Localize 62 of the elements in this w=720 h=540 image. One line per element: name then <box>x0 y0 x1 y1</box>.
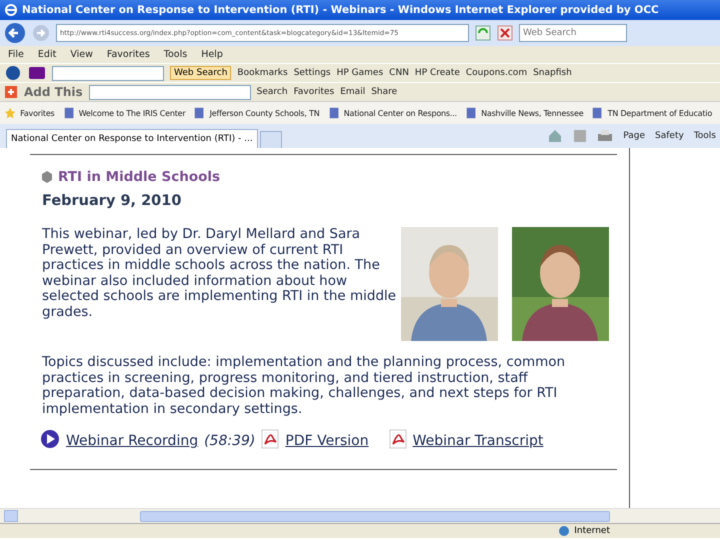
toolbar-button[interactable]: Snapfish <box>533 68 572 78</box>
toolbar-button[interactable]: Share <box>371 87 398 97</box>
summary-paragraph: This webinar, led by Dr. Daryl Mellard and Sara Prewett, provided an overview of current RTI practices in middle schools across the nation. The webinar also included information about how selected schools are implementing RTI in the middle grades. <box>42 227 397 322</box>
play-icon[interactable] <box>40 429 60 449</box>
page-icon <box>193 106 206 120</box>
addthis-icon[interactable] <box>4 85 18 99</box>
page-icon <box>62 106 75 120</box>
web-search-button[interactable]: Web Search <box>170 66 232 80</box>
favorite-link[interactable]: Nashville News, Tennessee <box>481 108 584 118</box>
refresh-icon[interactable] <box>475 25 491 41</box>
toolbar-button[interactable]: Bookmarks <box>237 68 288 78</box>
toolbar-button[interactable]: Favorites <box>294 87 334 97</box>
new-tab-button[interactable] <box>260 131 282 148</box>
command-button[interactable]: Tools <box>694 131 716 141</box>
favorites-button[interactable]: Favorites <box>20 108 55 118</box>
scrollbar-thumb[interactable] <box>140 510 610 522</box>
command-button[interactable]: Safety <box>655 131 684 141</box>
menu-item[interactable]: Edit <box>38 49 56 60</box>
menu-item[interactable]: Favorites <box>106 49 150 60</box>
toolbar-button[interactable]: Search <box>256 87 288 97</box>
print-icon[interactable] <box>597 129 614 143</box>
article-heading: RTI in Middle Schools <box>58 169 220 185</box>
menu-item[interactable]: File <box>8 49 24 60</box>
forward-icon[interactable] <box>32 24 50 42</box>
toolbar-search-field[interactable] <box>52 66 164 80</box>
favorite-link[interactable]: Jefferson County Schools, TN <box>210 108 320 118</box>
pdf-icon[interactable] <box>261 429 280 449</box>
home-icon[interactable] <box>547 128 564 144</box>
page-icon <box>328 106 340 120</box>
download-link[interactable]: Webinar Recording <box>66 433 198 449</box>
toolbar-button[interactable]: Coupons.com <box>466 68 528 78</box>
menu-item[interactable]: Tools <box>164 49 188 60</box>
search-field[interactable]: Web Search <box>519 24 627 42</box>
download-link[interactable]: Webinar Transcript <box>412 433 544 449</box>
toolbar-button[interactable]: Settings <box>294 68 331 78</box>
toolbar-button[interactable]: CNN <box>389 68 409 78</box>
star-icon <box>4 106 16 120</box>
toolbar-search-field[interactable] <box>88 84 251 100</box>
topics-paragraph: Topics discussed include: implementation and the planning process, common practices in screening, progress monitoring, and tiered instruction, staff preparation, data-based decision making, challenges, and next steps for RTI implementation in secondary settings. <box>42 355 566 417</box>
menu-item[interactable]: Help <box>201 49 223 60</box>
page-icon <box>591 106 604 120</box>
command-button[interactable]: Page <box>623 131 646 141</box>
back-icon[interactable] <box>4 22 26 44</box>
favorite-link[interactable]: Welcome to The IRIS Center <box>78 108 186 118</box>
zone-text: Internet <box>574 526 610 536</box>
toolbar-button[interactable]: Email <box>340 87 366 97</box>
duration-text: (58:39) <box>204 433 256 449</box>
menu-item[interactable]: View <box>70 49 93 60</box>
pdf-icon[interactable] <box>388 429 407 449</box>
toolbar-button[interactable]: HP Games <box>336 68 384 78</box>
globe-icon <box>558 525 570 537</box>
browser-tab[interactable]: National Center on Response to Intervention (RTI) - ... <box>6 129 258 148</box>
bullet-icon <box>42 171 52 183</box>
page-icon <box>464 106 478 120</box>
favorite-link[interactable]: TN Department of Educatio <box>608 108 712 118</box>
toolbar-button[interactable]: HP Create <box>414 68 460 78</box>
addthis-logo[interactable]: Add This <box>24 85 83 99</box>
window-title: National Center on Response to Intervention (RTI) - Webinars - Windows Internet Explorer provided by OCC <box>22 4 659 16</box>
article-date: February 9, 2010 <box>42 193 182 209</box>
favorite-link[interactable]: National Center on Respons... <box>344 108 457 118</box>
stop-icon[interactable] <box>497 25 513 41</box>
download-link[interactable]: PDF Version <box>285 433 369 449</box>
